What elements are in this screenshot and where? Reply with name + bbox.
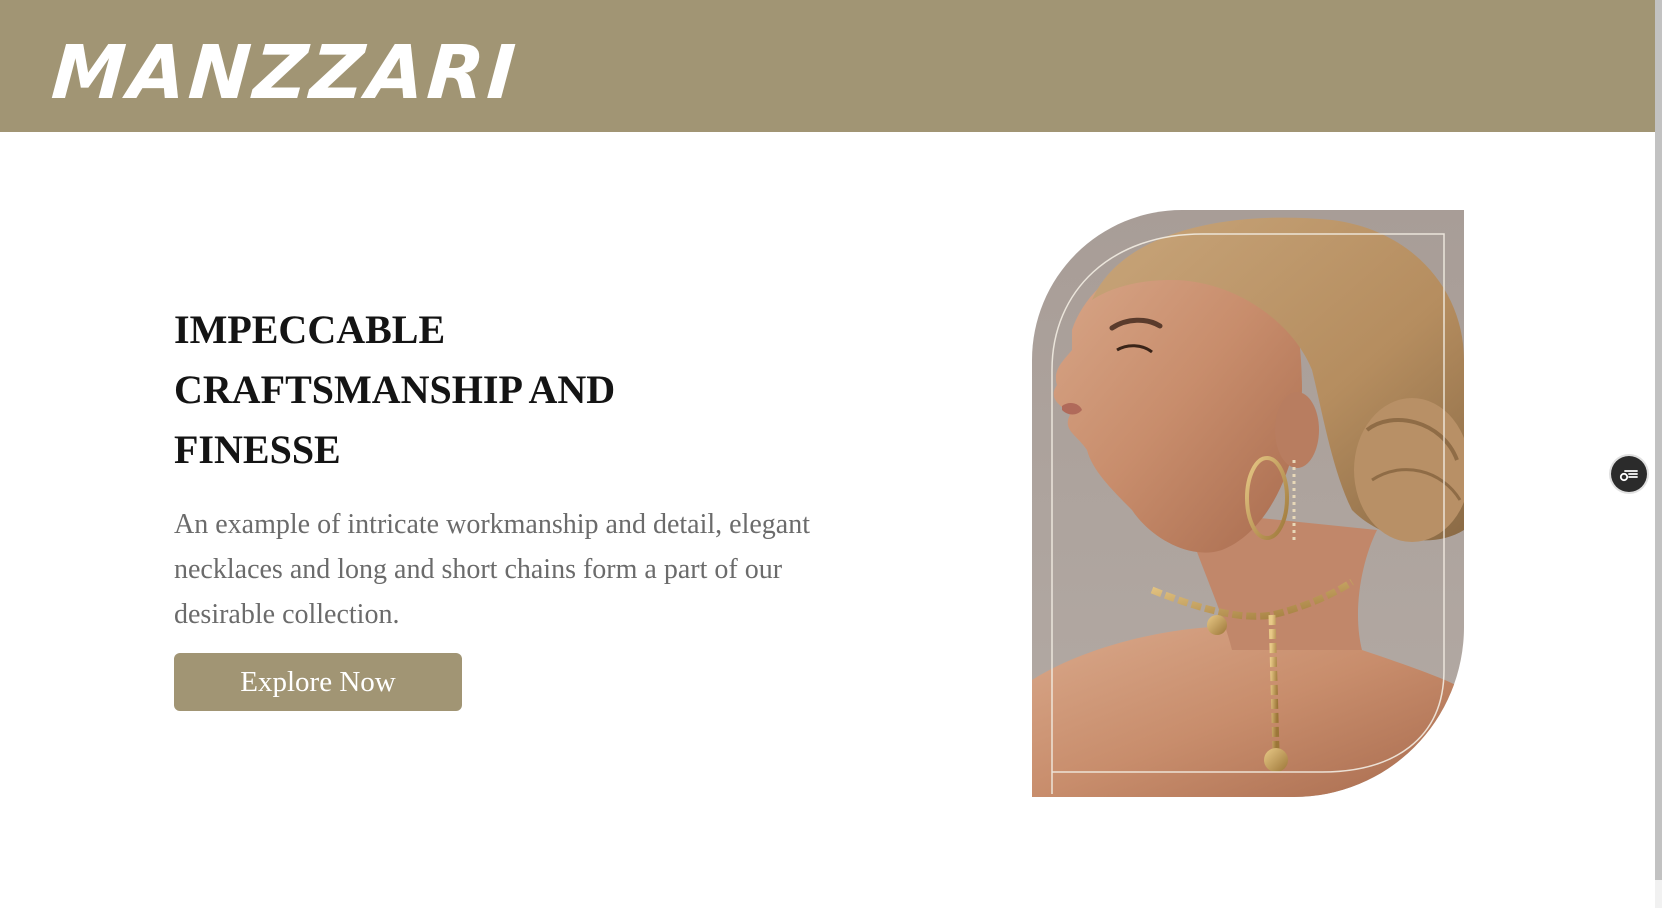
hero-text: IMPECCABLE CRAFTSMANSHIP AND FINESSE An …	[174, 300, 814, 711]
filter-settings-icon	[1619, 470, 1638, 482]
site-header: MANZZARI	[0, 0, 1655, 132]
explore-now-button[interactable]: Explore Now	[174, 653, 462, 711]
hero-description: An example of intricate workmanship and …	[174, 509, 811, 630]
scrollbar-thumb[interactable]	[1655, 0, 1662, 880]
hero-headline: IMPECCABLE CRAFTSMANSHIP AND FINESSE	[174, 307, 616, 472]
hero-model-image	[1032, 210, 1464, 797]
page-scrollbar[interactable]	[1655, 0, 1662, 908]
floating-widget-button[interactable]	[1611, 456, 1647, 492]
brand-logo[interactable]: MANZZARI	[49, 30, 521, 116]
page: MANZZARI IMPECCABLE CRAFTSMANSHIP AND FI…	[0, 0, 1662, 908]
model-portrait-illustration	[1032, 210, 1464, 797]
